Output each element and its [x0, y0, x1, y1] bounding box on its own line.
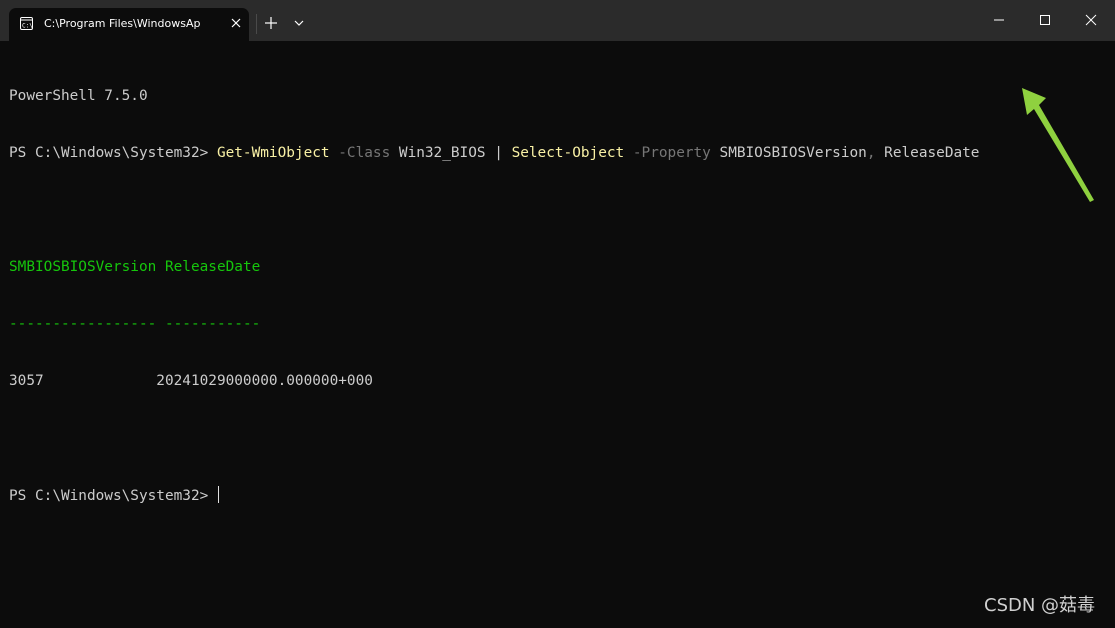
table-header-releasedate: ReleaseDate	[164, 259, 261, 275]
tab-powershell[interactable]: C:\ C:\Program Files\WindowsAp	[9, 8, 249, 41]
prompt: PS C:\Windows\System32>	[9, 488, 217, 504]
text-cursor	[217, 486, 219, 503]
window-close-button[interactable]	[1081, 10, 1101, 30]
param-class: -Class	[338, 145, 391, 161]
table-cell-releasedate: 20241029000000.000000+000	[156, 373, 373, 389]
tab-title: C:\Program Files\WindowsAp	[44, 17, 201, 30]
table-cell-version: 3057	[9, 373, 44, 389]
table-header-smbiosbiosversion: SMBIOSBIOSVersion	[9, 259, 157, 275]
table-header-row: SMBIOSBIOSVersion ReleaseDate	[9, 258, 1109, 277]
arg-releasedate: ReleaseDate	[884, 145, 980, 161]
cmdlet-select-object: Select-Object	[511, 145, 625, 161]
chevron-down-icon	[294, 20, 304, 26]
arg-smbiosbiosversion: SMBIOSBIOSVersion	[719, 145, 867, 161]
watermark: CSDN @菇毒	[984, 595, 1096, 616]
tab-divider	[256, 14, 257, 34]
close-icon[interactable]	[230, 17, 242, 29]
new-tab-button[interactable]	[262, 14, 280, 32]
minimize-button[interactable]	[989, 10, 1009, 30]
table-separator-row: ----------------- -----------	[9, 315, 1109, 334]
title-bar: C:\ C:\Program Files\WindowsAp	[0, 0, 1115, 41]
terminal-output[interactable]: PowerShell 7.5.0 PS C:\Windows\System32>…	[9, 49, 1109, 543]
plus-icon	[265, 17, 277, 29]
maximize-button[interactable]	[1035, 10, 1055, 30]
cmdlet-get-wmiobject: Get-WmiObject	[216, 145, 330, 161]
arrow-shape	[1022, 88, 1094, 202]
table-row: 3057 20241029000000.000000+000	[9, 372, 1109, 391]
pipe-operator: |	[494, 145, 503, 161]
maximize-icon	[1040, 15, 1050, 25]
arg-win32-bios: Win32_BIOS	[398, 145, 486, 161]
terminal-icon: C:\	[20, 17, 33, 30]
close-icon	[1085, 14, 1097, 26]
table-separator: -----------	[164, 316, 261, 332]
annotation-arrow	[1022, 88, 1094, 202]
command-line: PS C:\Windows\System32> Get-WmiObject -C…	[9, 144, 1109, 163]
tab-dropdown-button[interactable]	[292, 16, 306, 30]
banner-line: PowerShell 7.5.0	[9, 88, 148, 104]
prompt-line: PS C:\Windows\System32>	[9, 486, 1109, 505]
terminal-window: C:\ C:\Program Files\WindowsAp PowerShel…	[0, 0, 1115, 628]
param-property: -Property	[632, 145, 711, 161]
prompt: PS C:\Windows\System32>	[9, 145, 217, 161]
table-separator: -----------------	[9, 316, 157, 332]
svg-text:C:\: C:\	[22, 23, 33, 30]
comma: ,	[866, 145, 876, 161]
